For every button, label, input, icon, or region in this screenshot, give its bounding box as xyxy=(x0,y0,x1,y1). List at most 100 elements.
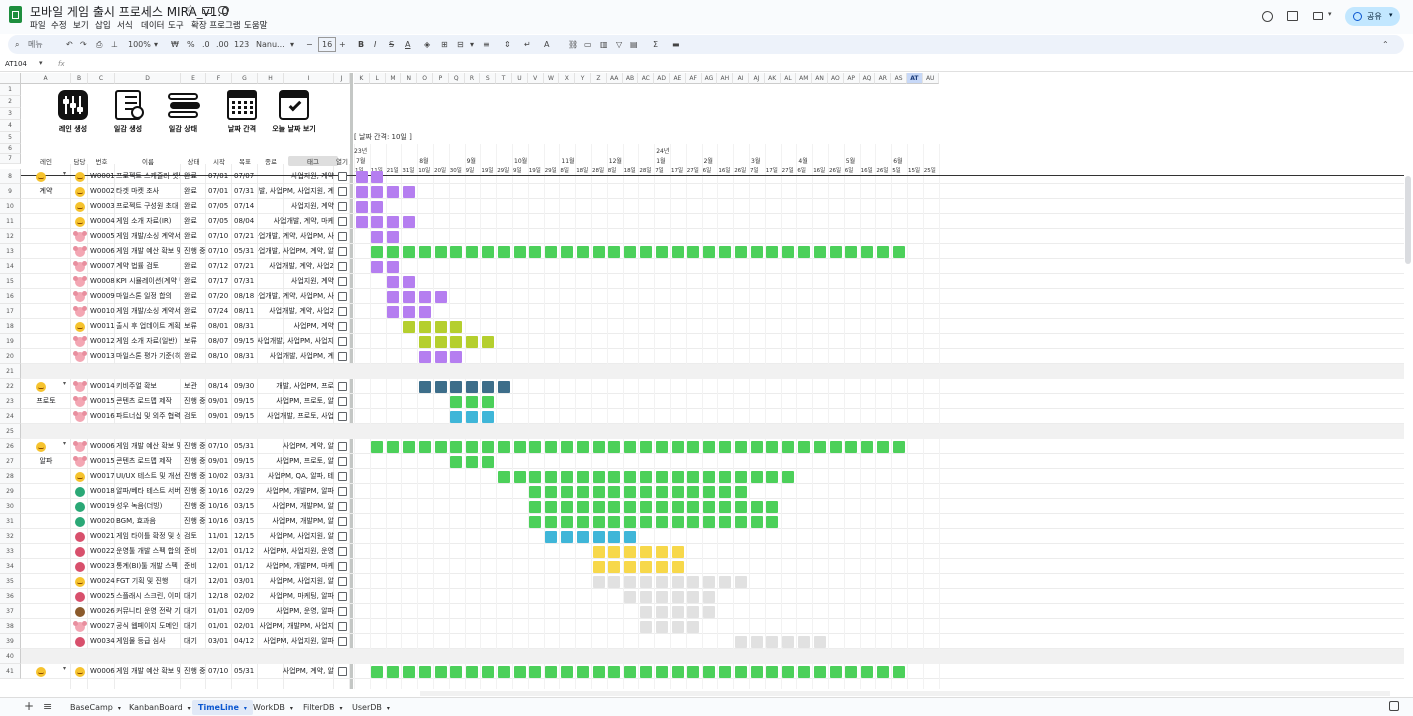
cell-name[interactable]: 출시 후 업데이트 계획 xyxy=(116,319,180,334)
text-color-icon[interactable]: A xyxy=(405,38,410,51)
cell-start[interactable]: 10/16 xyxy=(208,484,232,499)
cell-tags[interactable]: 사업PM, 계약, 알 xyxy=(258,664,334,679)
cell-tags[interactable]: 사업지원, 계약 xyxy=(258,169,334,184)
table-header-name[interactable]: 이름 xyxy=(115,156,181,166)
open-checkbox[interactable] xyxy=(338,562,347,571)
column-header[interactable]: E xyxy=(181,73,206,84)
cell-status[interactable]: 진행 중 xyxy=(184,439,206,454)
cell-start[interactable]: 11/01 xyxy=(208,529,232,544)
corner-cell[interactable] xyxy=(0,73,21,84)
cell-id[interactable]: W0022 xyxy=(90,544,115,559)
strikethrough-icon[interactable]: S xyxy=(389,38,394,51)
cell-end[interactable]: 03/31 xyxy=(234,469,258,484)
cell-name[interactable]: 게임 개발/소싱 계약서 xyxy=(116,304,180,319)
cell-end[interactable]: 07/21 xyxy=(234,229,258,244)
open-checkbox[interactable] xyxy=(338,232,347,241)
column-header[interactable]: W xyxy=(543,73,560,84)
cell-start[interactable]: 07/05 xyxy=(208,199,232,214)
merge-cells-icon[interactable]: ⊟ xyxy=(457,38,464,51)
cell-end[interactable]: 09/15 xyxy=(234,454,258,469)
cell-id[interactable]: W0014 xyxy=(90,379,115,394)
row-header[interactable]: 25 xyxy=(0,424,21,439)
cell-end[interactable]: 07/31 xyxy=(234,274,258,289)
column-header[interactable]: G xyxy=(232,73,258,84)
cell-name[interactable]: 게임 개발 예산 확보 및 xyxy=(116,664,180,679)
row-header[interactable]: 29 xyxy=(0,484,21,499)
column-header[interactable]: AB xyxy=(622,73,639,84)
comments-icon[interactable] xyxy=(1287,11,1298,21)
open-checkbox[interactable] xyxy=(338,547,347,556)
cell-name[interactable]: 커뮤니티 운영 전략 기 xyxy=(116,604,180,619)
cell-end[interactable]: 09/15 xyxy=(234,409,258,424)
row-header[interactable]: 7 xyxy=(0,154,21,164)
currency-button[interactable]: ₩ xyxy=(171,38,179,51)
filter-icon[interactable]: ▽ xyxy=(616,38,622,51)
cell-end[interactable]: 07/14 xyxy=(234,199,258,214)
menu-item[interactable]: 수정 xyxy=(51,19,67,31)
text-wrap-icon[interactable]: ↵ xyxy=(524,38,531,51)
cell-start[interactable]: 07/05 xyxy=(208,214,232,229)
cell-end[interactable]: 02/29 xyxy=(234,484,258,499)
redo-icon[interactable]: ↷ xyxy=(80,38,87,51)
collapse-toolbar-icon[interactable]: ⌃ xyxy=(1382,38,1389,51)
sheets-logo[interactable] xyxy=(9,6,22,23)
table-header-end[interactable]: 목표 xyxy=(232,156,258,166)
cell-end[interactable]: 02/01 xyxy=(234,619,258,634)
undo-icon[interactable]: ↶ xyxy=(66,38,73,51)
cell-id[interactable]: W0015 xyxy=(90,394,115,409)
cell-tags[interactable]: 사업개발, 계약, 사업2 xyxy=(258,304,334,319)
column-header[interactable]: AO xyxy=(828,73,844,84)
row-header[interactable]: 41 xyxy=(0,664,21,679)
chart-icon[interactable]: ▥ xyxy=(600,38,608,51)
chevron-down-icon[interactable]: ▾ xyxy=(387,705,390,712)
cell-name[interactable]: 키비주얼 확보 xyxy=(116,379,180,394)
open-checkbox[interactable] xyxy=(338,337,347,346)
cell-end[interactable]: 03/01 xyxy=(234,574,258,589)
open-checkbox[interactable] xyxy=(338,322,347,331)
cell-id[interactable]: W0006 xyxy=(90,664,115,679)
font-size-input[interactable]: 16 xyxy=(318,37,337,52)
row-header[interactable]: 34 xyxy=(0,559,21,574)
cell-status[interactable]: 완료 xyxy=(184,184,206,199)
row-header[interactable]: 22 xyxy=(0,379,21,394)
action-button[interactable]: 날짜 간격 xyxy=(216,90,268,136)
paint-format-icon[interactable]: ⊥ xyxy=(111,38,118,51)
column-header[interactable]: X xyxy=(559,73,576,84)
cell-start[interactable]: 07/10 xyxy=(208,229,232,244)
cell-tags[interactable]: 사업개발, 계약, 사업PM, 사 xyxy=(258,229,334,244)
sheet-tab[interactable]: UserDB ▾ xyxy=(346,700,396,715)
cell-tags[interactable]: 사업PM, 사업지원, 운영 xyxy=(258,544,334,559)
cell-start[interactable]: 07/17 xyxy=(208,274,232,289)
open-checkbox[interactable] xyxy=(338,277,347,286)
cell-id[interactable]: W0024 xyxy=(90,574,115,589)
cell-end[interactable]: 05/31 xyxy=(234,439,258,454)
row-header[interactable]: 10 xyxy=(0,199,21,214)
column-header[interactable]: AA xyxy=(606,73,623,84)
row-header[interactable]: 9 xyxy=(0,184,21,199)
table-header-status[interactable]: 상태 xyxy=(181,156,206,166)
row-header[interactable]: 31 xyxy=(0,514,21,529)
cell-tags[interactable]: 사업PM, 개발PM, 알파 xyxy=(258,484,334,499)
open-checkbox[interactable] xyxy=(338,622,347,631)
cell-status[interactable]: 완료 xyxy=(184,259,206,274)
cell-name[interactable]: 마일스톤 일정 합의 xyxy=(116,289,180,304)
cell-tags[interactable]: 사업PM, 개발PM, 마케 xyxy=(258,559,334,574)
fill-color-icon[interactable]: ◈ xyxy=(424,38,430,51)
cell-start[interactable]: 09/01 xyxy=(208,409,232,424)
cell-start[interactable]: 07/01 xyxy=(208,184,232,199)
cell-start[interactable]: 07/01 xyxy=(208,169,232,184)
cell-status[interactable]: 준비 xyxy=(184,544,206,559)
cell-tags[interactable]: 개발, 사업PM, 프로 xyxy=(258,379,334,394)
cell-name[interactable]: 공식 웹페이지 도메인 확 xyxy=(116,619,180,634)
cell-tags[interactable]: 사업PM, 사업지원, 알파 xyxy=(258,634,334,649)
cell-name[interactable]: 게임 소개 자료(일반) xyxy=(116,334,180,349)
print-icon[interactable]: ⎙ xyxy=(96,38,102,51)
column-header[interactable]: Z xyxy=(591,73,607,84)
open-checkbox[interactable] xyxy=(338,217,347,226)
cell-name[interactable]: KPI 시뮬레이션(계약 단 xyxy=(116,274,180,289)
chevron-down-icon[interactable]: ▾ xyxy=(470,38,474,51)
cell-start[interactable]: 10/16 xyxy=(208,514,232,529)
cell-status[interactable]: 완료 xyxy=(184,229,206,244)
open-checkbox[interactable] xyxy=(338,172,347,181)
column-header[interactable]: N xyxy=(401,73,418,84)
